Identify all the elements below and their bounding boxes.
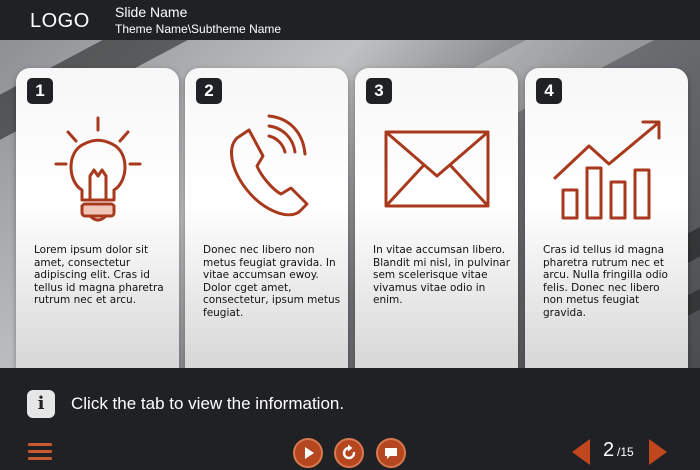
tab-card-1[interactable]: 1 Lorem ipsum dolor sit amet, consectetu… [16, 68, 179, 368]
header-bar: LOGO Slide Name Theme Name\Subtheme Name [0, 0, 700, 40]
card-text: Donec nec libero non metus feugiat gravi… [203, 244, 341, 319]
envelope-icon [355, 108, 518, 228]
chevron-left-icon [572, 439, 590, 465]
page-total: /15 [617, 445, 634, 459]
slide-name: Slide Name [115, 4, 188, 20]
player-controls: 2 /15 [0, 430, 700, 470]
tab-card-2[interactable]: 2 Donec nec libero non metus feugiat gra… [185, 68, 348, 368]
card-number-badge: 3 [366, 78, 392, 104]
play-button[interactable] [293, 438, 323, 468]
replay-button[interactable] [334, 438, 364, 468]
instruction-text: Click the tab to view the information. [71, 394, 345, 413]
next-slide-button[interactable] [648, 438, 668, 470]
chevron-right-icon [649, 439, 667, 465]
page-current: 2 [603, 439, 615, 461]
hamburger-icon[interactable] [28, 443, 52, 461]
growth-chart-icon [525, 108, 688, 228]
replay-icon [342, 444, 356, 460]
theme-name: Theme Name\Subtheme Name [115, 22, 282, 36]
tab-card-3[interactable]: 3 In vitae accumsan libero. Blandit mi n… [355, 68, 518, 368]
card-text: In vitae accumsan libero. Blandit mi nis… [373, 244, 511, 306]
logo: LOGO [30, 10, 90, 32]
tab-card-4[interactable]: 4 Cras id tellus id magna pharetra rutru… [525, 68, 688, 368]
card-number-badge: 4 [536, 78, 562, 104]
card-text: Cras id tellus id magna pharetra rutrum … [543, 244, 668, 319]
card-text: Lorem ipsum dolor sit amet, consectetur … [34, 244, 164, 306]
previous-slide-button[interactable] [571, 438, 591, 470]
lightbulb-icon [16, 108, 179, 228]
instruction-bar: i Click the tab to view the information. [0, 368, 700, 430]
play-icon [305, 447, 314, 459]
chat-icon [385, 448, 397, 459]
card-number-badge: 1 [27, 78, 53, 104]
phone-icon [185, 108, 348, 228]
notes-button[interactable] [376, 438, 406, 468]
card-number-badge: 2 [196, 78, 222, 104]
info-icon: i [27, 390, 55, 418]
